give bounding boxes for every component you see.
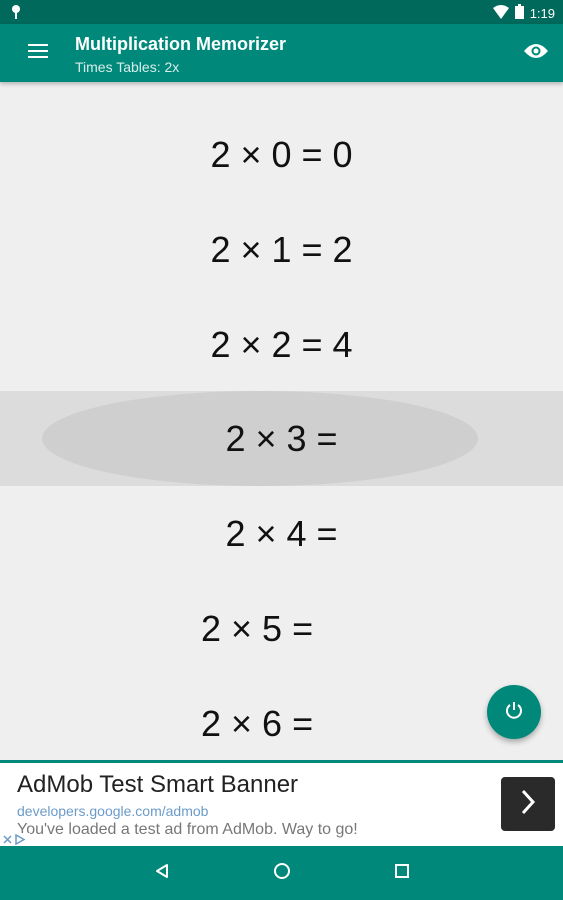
equation-text: 2 × 0 = 0: [210, 133, 353, 175]
battery-icon: [514, 4, 524, 22]
equation-text: 2 × 4 =: [225, 512, 338, 554]
equation-row[interactable]: 2 × 2 = 4: [0, 297, 563, 392]
equation-row[interactable]: 2 × 6 =: [0, 676, 563, 760]
equation-text: 2 × 3 =: [225, 417, 338, 459]
recents-icon: [394, 863, 410, 884]
ad-banner[interactable]: AdMob Test Smart Banner developers.googl…: [0, 760, 563, 846]
ad-open-button[interactable]: [501, 777, 555, 831]
chevron-right-icon: [520, 789, 536, 820]
ad-url[interactable]: developers.google.com/admob: [17, 803, 208, 819]
show-answers-button[interactable]: [521, 38, 551, 68]
power-icon: [505, 701, 523, 724]
power-button[interactable]: [487, 685, 541, 739]
back-icon: [154, 863, 170, 884]
pin-icon: [10, 4, 22, 25]
equation-text: 2 × 2 = 4: [210, 323, 353, 365]
equation-row[interactable]: 2 × 5 =: [0, 581, 563, 676]
home-button[interactable]: [267, 858, 297, 888]
equation-row-selected[interactable]: 2 × 3 =: [0, 391, 563, 486]
menu-icon: [28, 43, 48, 63]
status-bar: 1:19: [0, 0, 563, 24]
menu-button[interactable]: [20, 38, 56, 68]
equation-text: 2 × 1 = 2: [210, 228, 353, 270]
ad-title: AdMob Test Smart Banner: [17, 771, 299, 798]
equation-list[interactable]: 2 × 0 = 0 2 × 1 = 2 2 × 2 = 4 2 × 3 = 2 …: [0, 82, 563, 760]
wifi-icon: [492, 4, 509, 22]
recents-button[interactable]: [387, 858, 417, 888]
equation-row[interactable]: 2 × 1 = 2: [0, 202, 563, 297]
app-bar: Multiplication Memorizer Times Tables: 2…: [0, 24, 563, 82]
back-button[interactable]: [147, 858, 177, 888]
equation-text: 2 × 5 =: [201, 607, 314, 649]
adchoices-icon[interactable]: [0, 833, 30, 846]
equation-row[interactable]: 2 × 0 = 0: [0, 107, 563, 202]
app-title: Multiplication Memorizer: [75, 34, 287, 54]
equation-row[interactable]: 2 × 4 =: [0, 486, 563, 581]
eye-icon: [524, 43, 548, 64]
nav-bar: [0, 846, 563, 900]
status-time: 1:19: [529, 5, 555, 21]
ad-description: You've loaded a test ad from AdMob. Way …: [17, 821, 358, 838]
app-subtitle: Times Tables: 2x: [75, 59, 180, 75]
equation-text: 2 × 6 =: [201, 702, 314, 744]
home-icon: [273, 862, 291, 885]
